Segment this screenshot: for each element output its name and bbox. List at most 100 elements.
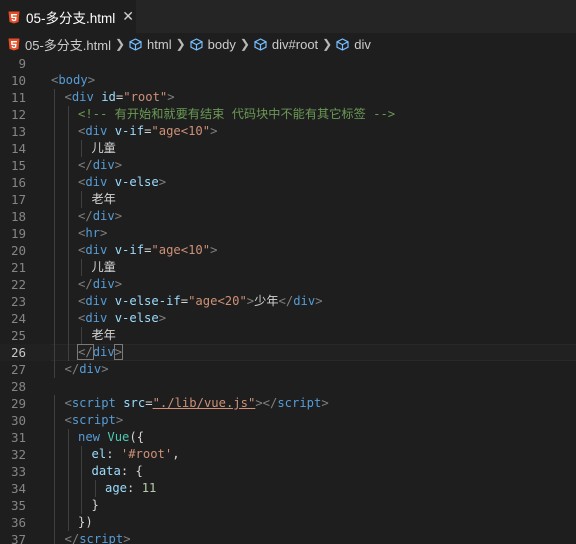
line-number: 23: [10, 294, 26, 309]
code-token: >: [315, 294, 323, 308]
indent-guide: [67, 208, 69, 225]
breadcrumb-item-div-root[interactable]: div#root: [254, 37, 318, 52]
tab-05-html[interactable]: 05-多分支.html ✕: [0, 0, 136, 33]
code-line[interactable]: 33 data: {: [0, 463, 576, 480]
code-line[interactable]: 22 </div>: [0, 276, 576, 293]
line-number: 33: [10, 464, 26, 479]
indent-guide: [67, 327, 69, 344]
code-line[interactable]: 34 age: 11: [0, 480, 576, 497]
indent-guide: [81, 327, 82, 344]
code-token: div: [79, 362, 102, 376]
code-token: id: [101, 90, 116, 104]
code-token: new: [78, 430, 101, 444]
code-text: </script>: [65, 531, 131, 544]
code-line[interactable]: 20 <div v-if="age<10">: [0, 242, 576, 259]
code-line[interactable]: 15 </div>: [0, 157, 576, 174]
indent-guide: [67, 225, 69, 242]
code-token: div: [92, 345, 115, 359]
code-token: >: [114, 209, 123, 223]
indent-guide: [81, 140, 82, 157]
breadcrumb-file[interactable]: 05-多分支.html: [8, 35, 111, 54]
breadcrumb-label: html: [147, 36, 172, 52]
code-token: >: [115, 413, 124, 427]
line-number: 31: [10, 430, 26, 445]
code-token: <: [64, 396, 72, 410]
indent-guide: [67, 259, 69, 276]
code-line[interactable]: 12 <!-- 有开始和就要有结束 代码块中不能有其它标签 -->: [0, 106, 576, 123]
line-number: 26: [10, 345, 26, 360]
code-line[interactable]: 29 <script src="./lib/vue.js"></script>: [0, 395, 576, 412]
code-line[interactable]: 16 <div v-else>: [0, 174, 576, 191]
code-line[interactable]: 31 new Vue({: [0, 429, 576, 446]
indent-guide: [54, 242, 55, 259]
code-token: <!-- 有开始和就要有结束 代码块中不能有其它标签 -->: [78, 107, 396, 121]
code-line[interactable]: 27 </div>: [0, 361, 576, 378]
code-line[interactable]: 13 <div v-if="age<10">: [0, 123, 576, 140]
code-token: </: [77, 344, 94, 360]
breadcrumb-item-html[interactable]: html: [129, 37, 172, 52]
breadcrumb-item-body[interactable]: body: [190, 37, 236, 52]
code-token: </: [78, 158, 93, 172]
code-line[interactable]: 9: [0, 55, 576, 72]
indent-guide: [54, 446, 55, 463]
line-number: 22: [10, 277, 26, 292]
code-token: "age<10": [151, 124, 211, 138]
code-text: <script>: [65, 412, 124, 429]
code-line[interactable]: 11 <div id="root">: [0, 89, 576, 106]
code-token: v-else: [114, 175, 159, 189]
cube-icon: [190, 37, 203, 51]
indent-guide: [54, 429, 55, 446]
code-token: div: [71, 90, 94, 104]
code-text: <div v-else>: [78, 174, 166, 191]
indent-guide: [81, 259, 82, 276]
code-line[interactable]: 36}): [0, 514, 576, 531]
code-line[interactable]: 37 </script>: [0, 531, 576, 544]
code-text: age: 11: [105, 480, 156, 497]
code-token: script: [277, 396, 322, 410]
html5-icon: [8, 11, 20, 23]
code-token: div: [92, 209, 115, 223]
code-line[interactable]: 10 <body>: [0, 72, 576, 89]
code-token: div: [85, 311, 108, 325]
code-token: >: [321, 396, 329, 410]
breadcrumb-label: div#root: [271, 36, 319, 52]
code-token: div: [85, 243, 108, 257]
line-number: 16: [10, 175, 26, 190]
indent-guide: [81, 446, 82, 463]
code-line[interactable]: 21 儿童: [0, 259, 576, 276]
code-line[interactable]: 26 </div>: [0, 344, 576, 361]
indent-guide: [67, 242, 69, 259]
line-number: 37: [10, 532, 26, 544]
code-line[interactable]: 32 el: '#root',: [0, 446, 576, 463]
code-line[interactable]: 30 <script>: [0, 412, 576, 429]
tab-label: 05-多分支.html: [26, 11, 116, 26]
breadcrumb-item-div[interactable]: div: [336, 37, 371, 52]
code-line[interactable]: 23 <div v-else-if="age<20">少年</div>: [0, 293, 576, 310]
breadcrumb-file-label: 05-多分支.html: [25, 37, 111, 53]
close-icon[interactable]: ✕: [122, 9, 134, 25]
line-number: 18: [10, 209, 26, 224]
code-line[interactable]: 28: [0, 378, 576, 395]
indent-guide: [54, 463, 55, 480]
code-token: hr: [85, 226, 101, 240]
line-number: 20: [10, 243, 26, 258]
code-token: >: [158, 175, 167, 189]
code-line[interactable]: 24 <div v-else>: [0, 310, 576, 327]
line-number: 24: [10, 311, 26, 326]
line-number: 11: [10, 90, 26, 105]
code-line[interactable]: 14 儿童: [0, 140, 576, 157]
code-editor[interactable]: 9 10 <body> 11 <div id="root"> 12 <!-- 有开始和就要有…: [0, 55, 576, 544]
code-line[interactable]: 19 <hr>: [0, 225, 576, 242]
code-line[interactable]: 25 老年: [0, 327, 576, 344]
line-number: 17: [10, 192, 26, 207]
code-text: </div>: [65, 361, 109, 378]
code-token: >: [210, 243, 218, 257]
code-text: <div v-else-if="age<20">少年</div>: [78, 293, 323, 310]
code-line[interactable]: 35}: [0, 497, 576, 514]
code-line[interactable]: 18 </div>: [0, 208, 576, 225]
line-number: 25: [10, 328, 26, 343]
code-line[interactable]: 17 老年: [0, 191, 576, 208]
code-token: >: [210, 124, 218, 138]
